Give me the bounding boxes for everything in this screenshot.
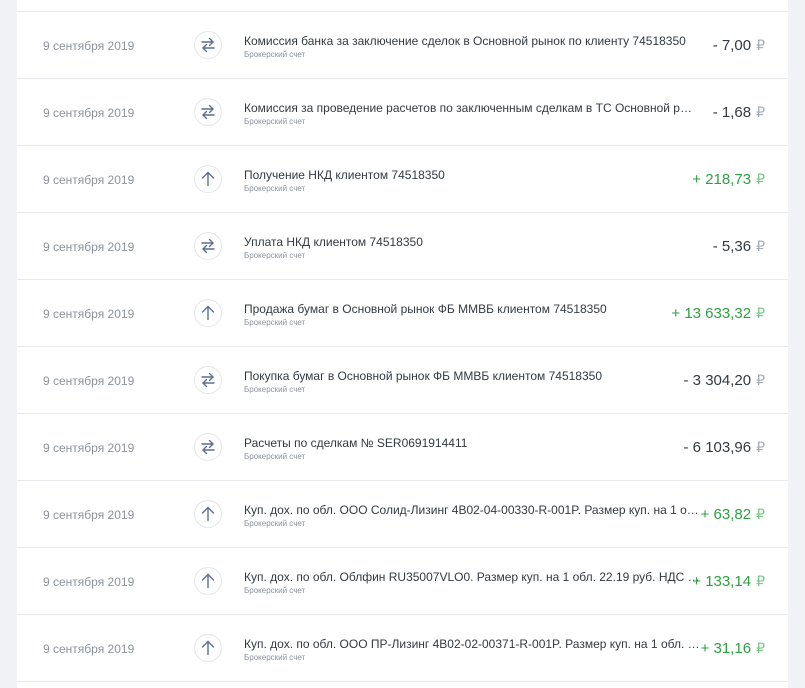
operation-account: Брокерский счет: [244, 117, 306, 126]
operation-amount-value: - 5,36: [712, 238, 752, 255]
operation-account: Брокерский счет: [244, 50, 306, 59]
arrow-up-icon: [194, 634, 222, 662]
ruble-sign: ₽: [756, 104, 765, 120]
operation-amount: + 31,16 ₽: [701, 640, 765, 657]
operation-date: 9 сентября 2019: [43, 106, 135, 120]
operation-date: 9 сентября 2019: [43, 441, 135, 455]
operation-title: Куп. дох. по обл. ООО Солид-Лизинг 4B02-…: [244, 503, 700, 517]
operation-amount: + 133,14 ₽: [692, 573, 765, 590]
operation-amount-value: - 1,68: [712, 104, 752, 121]
operation-date: 9 сентября 2019: [43, 307, 135, 321]
operation-amount-value: + 63,82: [700, 506, 752, 523]
operation-account: Брокерский счет: [244, 452, 306, 461]
operation-row[interactable]: 9 сентября 2019 Куп. дох. по обл. Облфин…: [17, 548, 788, 615]
operations-panel: 9 сентября 2019 Комиссия банка за заключ…: [17, 0, 788, 688]
operation-account: Брокерский счет: [244, 586, 306, 595]
operations-page: 9 сентября 2019 Комиссия банка за заключ…: [0, 0, 805, 688]
operation-amount-value: + 13 633,32: [671, 305, 752, 322]
operation-row[interactable]: 9 сентября 2019 Уплата НКД клиентом 7451…: [17, 213, 788, 280]
operation-date: 9 сентября 2019: [43, 642, 135, 656]
operation-amount-value: + 218,73: [692, 171, 752, 188]
ruble-sign: ₽: [756, 439, 765, 455]
operation-amount: - 6 103,96 ₽: [684, 439, 765, 456]
operation-amount-value: + 31,16: [700, 640, 752, 657]
operation-account: Брокерский счет: [244, 318, 306, 327]
ruble-sign: ₽: [756, 37, 765, 53]
operation-row[interactable]: 9 сентября 2019 Комиссия банка за заключ…: [17, 12, 788, 79]
operation-account: Брокерский счет: [244, 385, 306, 394]
arrow-up-icon: [194, 299, 222, 327]
arrow-up-icon: [194, 500, 222, 528]
operation-date: 9 сентября 2019: [43, 575, 135, 589]
operation-title: Комиссия за проведение расчетов по заклю…: [244, 101, 700, 115]
operation-title: Покупка бумаг в Основной рынок ФБ ММВБ к…: [244, 369, 602, 383]
operation-amount: + 63,82 ₽: [701, 506, 765, 523]
operation-amount-value: - 3 304,20: [683, 372, 752, 389]
operation-amount-value: - 6 103,96: [683, 439, 752, 456]
transfer-arrows-icon: [194, 433, 222, 461]
operation-title: Куп. дох. по обл. ООО ПР-Лизинг 4B02-02-…: [244, 637, 700, 651]
operation-amount-value: - 7,00: [712, 37, 752, 54]
transfer-arrows-icon: [194, 98, 222, 126]
operation-account: Брокерский счет: [244, 251, 306, 260]
operation-date: 9 сентября 2019: [43, 508, 135, 522]
ruble-sign: ₽: [756, 640, 765, 656]
operation-amount: - 1,68 ₽: [713, 104, 765, 121]
operation-row[interactable]: 9 сентября 2019 Покупка бумаг в Основной…: [17, 347, 788, 414]
operation-row[interactable]: 9 сентября 2019 Куп. дох. по обл. ООО ПР…: [17, 615, 788, 682]
operation-date: 9 сентября 2019: [43, 240, 135, 254]
operation-amount: - 5,36 ₽: [713, 238, 765, 255]
operation-row[interactable]: 9 сентября 2019 Продажа бумаг в Основной…: [17, 280, 788, 347]
operation-row[interactable]: 9 сентября 2019 Куп. дох. по обл. ООО Со…: [17, 481, 788, 548]
arrow-up-icon: [194, 165, 222, 193]
operation-title: Комиссия банка за заключение сделок в Ос…: [244, 34, 686, 48]
operation-title: Продажа бумаг в Основной рынок ФБ ММВБ к…: [244, 302, 607, 316]
operation-row[interactable]: 9 сентября 2019 Расчеты по сделкам № SER…: [17, 414, 788, 481]
operation-title: Расчеты по сделкам № SER0691914411: [244, 436, 468, 450]
arrow-up-icon: [194, 567, 222, 595]
operation-amount-value: + 133,14: [692, 573, 752, 590]
ruble-sign: ₽: [756, 506, 765, 522]
operation-title: Куп. дох. по обл. Облфин RU35007VLO0. Ра…: [244, 570, 700, 584]
ruble-sign: ₽: [756, 171, 765, 187]
operation-account: Брокерский счет: [244, 519, 306, 528]
operation-row[interactable]: 9 сентября 2019 Получение НКД клиентом 7…: [17, 146, 788, 213]
operation-amount: + 13 633,32 ₽: [671, 305, 765, 322]
operation-title: Получение НКД клиентом 74518350: [244, 168, 445, 182]
transfer-arrows-icon: [194, 366, 222, 394]
ruble-sign: ₽: [756, 238, 765, 254]
operation-amount: - 3 304,20 ₽: [684, 372, 765, 389]
transfer-arrows-icon: [194, 232, 222, 260]
operation-date: 9 сентября 2019: [43, 39, 135, 53]
ruble-sign: ₽: [756, 573, 765, 589]
operation-account: Брокерский счет: [244, 653, 306, 662]
operation-title: Уплата НКД клиентом 74518350: [244, 235, 423, 249]
operation-amount: - 7,00 ₽: [713, 37, 765, 54]
ruble-sign: ₽: [756, 305, 765, 321]
operation-amount: + 218,73 ₽: [692, 171, 765, 188]
operation-date: 9 сентября 2019: [43, 374, 135, 388]
operation-row[interactable]: 9 сентября 2019 Комиссия за проведение р…: [17, 79, 788, 146]
operation-account: Брокерский счет: [244, 184, 306, 193]
operation-date: 9 сентября 2019: [43, 173, 135, 187]
ruble-sign: ₽: [756, 372, 765, 388]
operations-list: 9 сентября 2019 Комиссия банка за заключ…: [17, 11, 788, 682]
transfer-arrows-icon: [194, 31, 222, 59]
